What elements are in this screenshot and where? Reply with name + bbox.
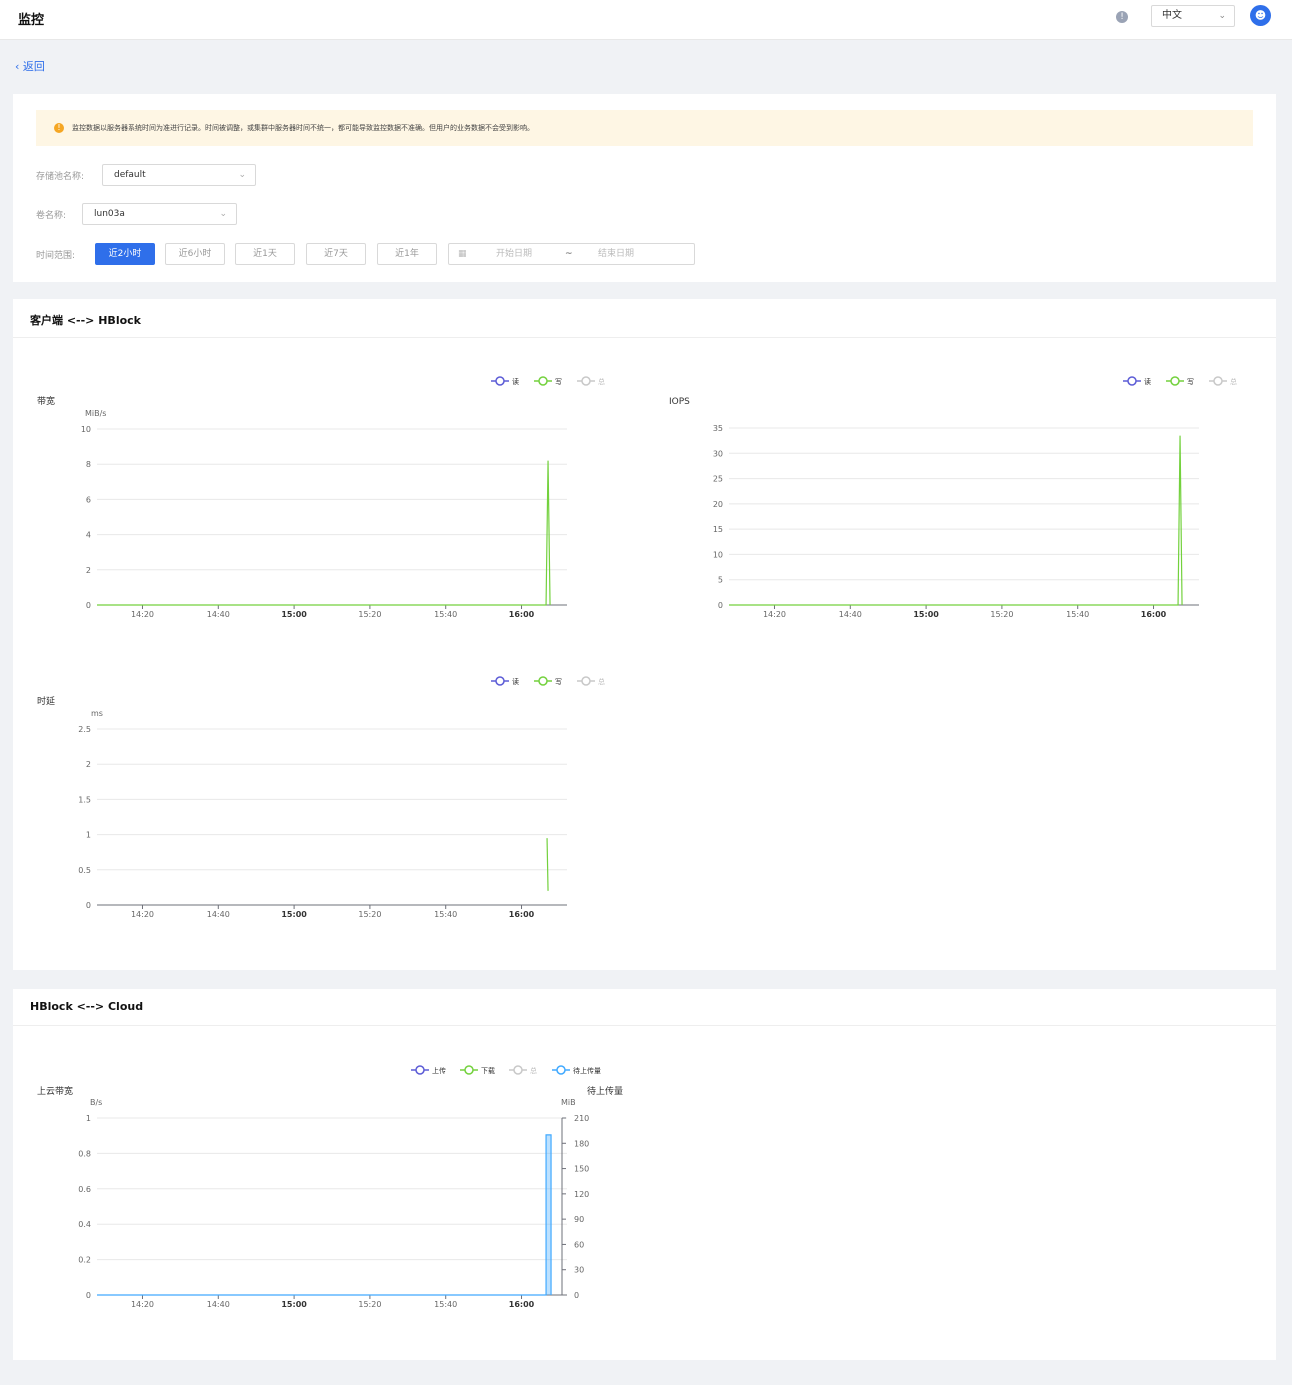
y2-tick-label: 30 — [574, 1266, 584, 1275]
x-tick-label: 15:20 — [358, 910, 381, 919]
legend-marker — [495, 676, 505, 686]
x-tick-label: 14:40 — [207, 1300, 230, 1309]
legend-label: 读 — [512, 377, 519, 386]
x-tick-label: 15:00 — [281, 910, 307, 919]
legend-label: 总 — [530, 1066, 537, 1075]
x-tick-label: 14:40 — [207, 610, 230, 619]
y-axis-unit: B/s — [90, 1098, 102, 1107]
y-tick-label: 0.5 — [78, 866, 91, 875]
legend-label: 上传 — [432, 1066, 446, 1075]
y-tick-label: 5 — [718, 576, 723, 585]
x-tick-label: 15:40 — [434, 610, 457, 619]
chart-title: 时延 — [37, 695, 55, 707]
x-tick-label: 15:20 — [990, 610, 1013, 619]
y-tick-label: 15 — [713, 525, 723, 534]
y-tick-label: 2 — [86, 760, 91, 769]
legend-marker — [538, 676, 548, 686]
y2-tick-label: 120 — [574, 1190, 589, 1199]
charts-layer: 带宽MiB/s024681014:20 14:40 15:00 15:20 15:40 1… — [37, 376, 1237, 1309]
y2-axis-title: 待上传量 — [587, 1085, 623, 1097]
x-tick-label: 15:20 — [358, 1300, 381, 1309]
y-axis-unit: ms — [91, 709, 103, 718]
y-axis-unit: MiB/s — [85, 409, 106, 418]
y2-tick-label: 180 — [574, 1139, 589, 1148]
y-tick-label: 8 — [86, 460, 91, 469]
legend-label: 下载 — [481, 1066, 495, 1075]
y2-tick-label: 210 — [574, 1114, 589, 1123]
y-tick-label: 0.6 — [78, 1185, 91, 1194]
chart-title: 带宽 — [37, 395, 55, 407]
legend-marker — [464, 1065, 474, 1075]
legend-marker — [581, 676, 591, 686]
y-tick-label: 10 — [713, 550, 723, 559]
y2-tick-label: 150 — [574, 1165, 589, 1174]
series-line-write — [97, 460, 551, 606]
y-tick-label: 4 — [86, 531, 91, 540]
y-tick-label: 1.5 — [78, 795, 91, 804]
legend-marker — [581, 376, 591, 386]
y-tick-label: 1 — [86, 831, 91, 840]
legend-marker — [1127, 376, 1137, 386]
legend-marker — [538, 376, 548, 386]
series-line-write — [546, 838, 549, 891]
y-tick-label: 30 — [713, 449, 723, 458]
x-tick-label: 14:40 — [839, 610, 862, 619]
legend-label: 待上传量 — [573, 1066, 601, 1075]
x-tick-label: 15:00 — [281, 610, 307, 619]
legend-label: 读 — [512, 677, 519, 686]
x-tick-label: 15:40 — [434, 1300, 457, 1309]
legend-marker — [1213, 376, 1223, 386]
legend-label: 写 — [555, 678, 562, 686]
x-tick-label: 15:00 — [913, 610, 939, 619]
y2-tick-label: 60 — [574, 1240, 584, 1249]
x-tick-label: 14:20 — [131, 1300, 154, 1309]
y-tick-label: 0.8 — [78, 1149, 91, 1158]
y-tick-label: 1 — [86, 1114, 91, 1123]
x-tick-label: 15:00 — [281, 1300, 307, 1309]
x-tick-label: 14:20 — [131, 610, 154, 619]
legend-label: 读 — [1144, 377, 1151, 386]
y2-tick-label: 90 — [574, 1215, 584, 1224]
legend-label: 写 — [1187, 378, 1194, 386]
y-tick-label: 0 — [86, 601, 91, 610]
y-tick-label: 0 — [86, 1291, 91, 1300]
y2-tick-label: 0 — [574, 1291, 579, 1300]
series-line-pending — [97, 1134, 552, 1296]
x-tick-label: 15:40 — [1066, 610, 1089, 619]
y-tick-label: 0.2 — [78, 1256, 91, 1265]
legend-label: 总 — [598, 377, 605, 386]
x-tick-label: 14:20 — [131, 910, 154, 919]
y-tick-label: 20 — [713, 500, 723, 509]
x-tick-label: 14:20 — [763, 610, 786, 619]
series-area — [546, 1134, 552, 1295]
legend-marker — [1170, 376, 1180, 386]
legend-label: 总 — [1230, 377, 1237, 386]
y-tick-label: 6 — [86, 495, 91, 504]
x-tick-label: 14:40 — [207, 910, 230, 919]
y2-axis-unit: MiB — [561, 1098, 576, 1107]
legend-marker — [513, 1065, 523, 1075]
x-tick-label: 16:00 — [509, 610, 535, 619]
y-tick-label: 2 — [86, 566, 91, 575]
x-tick-label: 16:00 — [509, 1300, 535, 1309]
y-tick-label: 25 — [713, 475, 723, 484]
x-tick-label: 16:00 — [509, 910, 535, 919]
y-tick-label: 2.5 — [78, 725, 91, 734]
y-tick-label: 0 — [86, 901, 91, 910]
legend-label: 总 — [598, 677, 605, 686]
y-tick-label: 0 — [718, 601, 723, 610]
legend-marker — [556, 1065, 566, 1075]
x-tick-label: 16:00 — [1141, 610, 1167, 619]
chart-title: IOPS — [669, 397, 690, 407]
x-tick-label: 15:20 — [358, 610, 381, 619]
chart-title: 上云带宽 — [37, 1085, 73, 1097]
legend-marker — [415, 1065, 425, 1075]
x-tick-label: 15:40 — [434, 910, 457, 919]
y-tick-label: 10 — [81, 425, 91, 434]
legend-label: 写 — [555, 378, 562, 386]
y-tick-label: 35 — [713, 424, 723, 433]
legend-marker — [495, 376, 505, 386]
y-tick-label: 0.4 — [78, 1220, 91, 1229]
